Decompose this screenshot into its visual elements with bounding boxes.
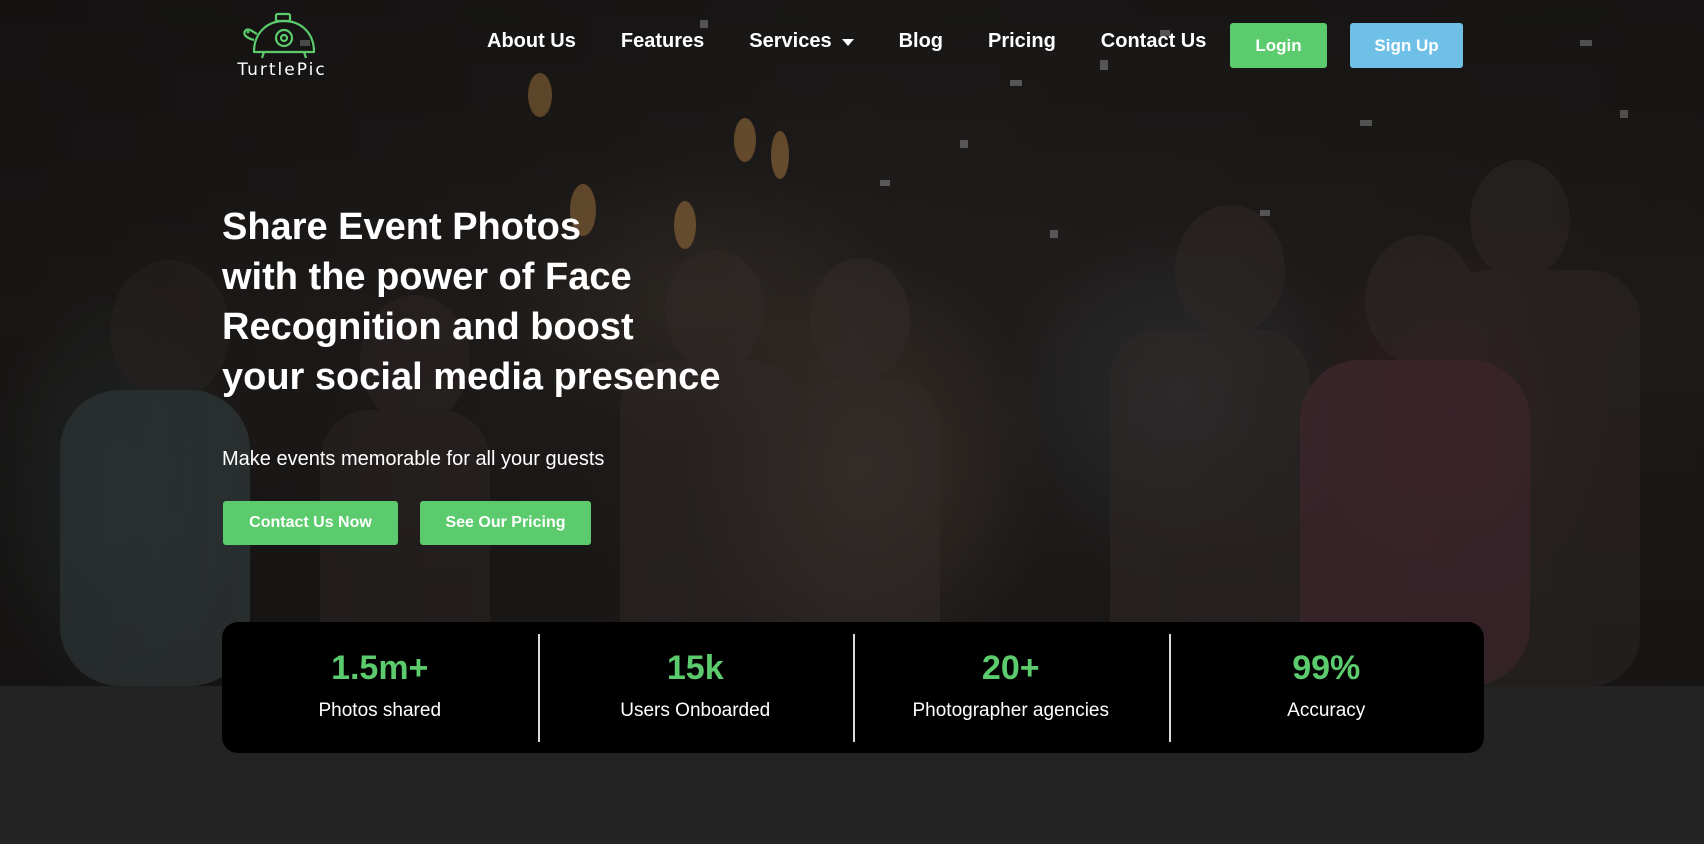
login-button[interactable]: Login <box>1230 23 1327 68</box>
see-pricing-button[interactable]: See Our Pricing <box>420 501 591 545</box>
caret-down-icon <box>841 30 854 53</box>
hero-headline-line: your social media presence <box>222 356 721 398</box>
hero-subheadline: Make events memorable for all your guest… <box>222 448 605 470</box>
contact-us-now-button[interactable]: Contact Us Now <box>223 501 398 545</box>
nav-links: About Us Features Services Blog Pricing … <box>487 30 1251 53</box>
stat-label: Users Onboarded <box>620 700 771 721</box>
hero-headline-line: Share Event Photos <box>222 206 581 248</box>
hero-headline-line: with the power of Face <box>222 256 632 298</box>
hero-headline-line: Recognition and boost <box>222 306 634 348</box>
stat-value: 99% <box>1292 649 1361 687</box>
brand-logo[interactable]: TurtlePic <box>222 10 342 82</box>
nav-features[interactable]: Features <box>621 30 704 53</box>
stat-label: Photos shared <box>318 700 442 721</box>
stat-photographer-agencies: 20+ Photographer agencies <box>853 622 1169 753</box>
stat-value: 1.5m+ <box>331 649 429 687</box>
stat-users-onboarded: 15k Users Onboarded <box>537 622 854 753</box>
nav-services-label: Services <box>749 30 832 52</box>
turtle-camera-icon <box>243 12 316 59</box>
stat-accuracy: 99% Accuracy <box>1168 622 1485 753</box>
hero-section: TurtlePic About Us Features Services Blo… <box>0 0 1704 686</box>
stat-photos-shared: 1.5m+ Photos shared <box>222 622 538 753</box>
nav-contact-us[interactable]: Contact Us <box>1101 30 1207 53</box>
signup-button[interactable]: Sign Up <box>1350 23 1463 68</box>
brand-name: TurtlePic <box>237 60 327 80</box>
stat-label: Accuracy <box>1287 700 1366 721</box>
top-navbar: TurtlePic About Us Features Services Blo… <box>0 0 1704 90</box>
nav-pricing[interactable]: Pricing <box>988 30 1056 53</box>
stat-value: 15k <box>666 649 724 687</box>
nav-about-us[interactable]: About Us <box>487 30 576 53</box>
stats-panel: 1.5m+ Photos shared 15k Users Onboarded … <box>222 622 1484 753</box>
nav-blog[interactable]: Blog <box>899 30 943 53</box>
nav-services[interactable]: Services <box>749 30 854 53</box>
hero-headline: Share Event Photos with the power of Fac… <box>222 202 762 402</box>
stat-value: 20+ <box>981 649 1040 687</box>
stat-label: Photographer agencies <box>912 700 1109 721</box>
